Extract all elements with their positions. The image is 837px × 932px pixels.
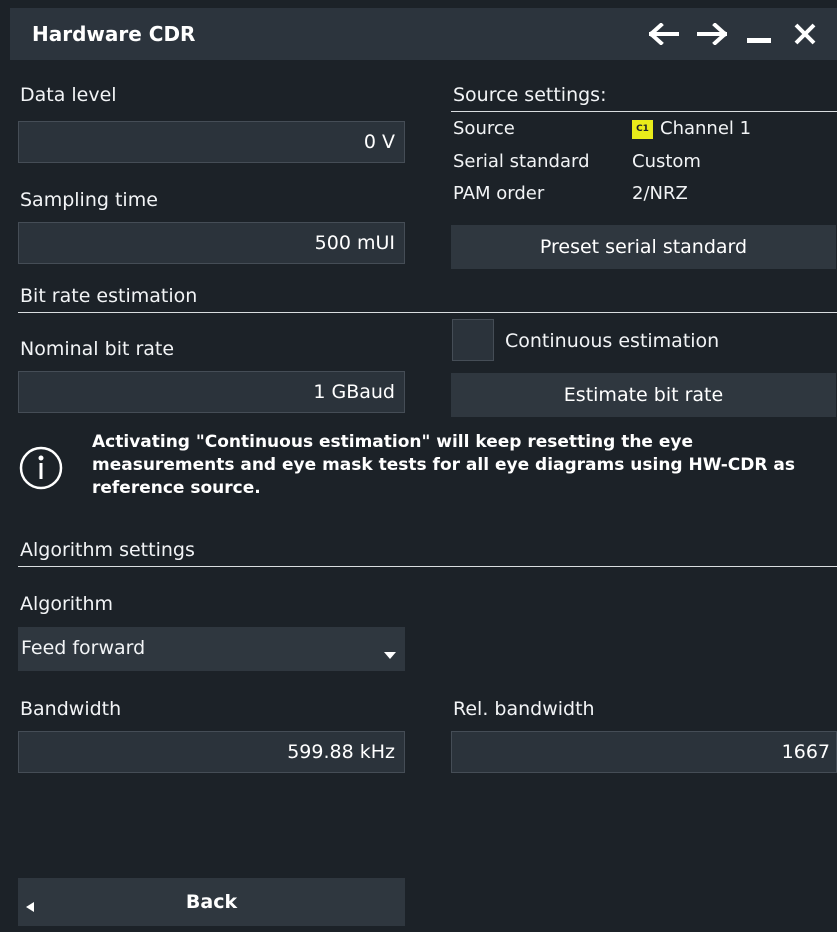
channel-badge-icon: C1 bbox=[632, 119, 653, 139]
preset-serial-standard-button[interactable]: Preset serial standard bbox=[451, 225, 836, 269]
bandwidth-field[interactable]: 599.88 kHz bbox=[18, 731, 405, 773]
back-button[interactable]: Back bbox=[18, 878, 405, 926]
minimize-icon[interactable] bbox=[741, 8, 777, 60]
bandwidth-label: Bandwidth bbox=[20, 698, 122, 720]
source-value-text: Channel 1 bbox=[660, 118, 752, 139]
sampling-time-label: Sampling time bbox=[20, 189, 158, 211]
source-settings-heading: Source settings: bbox=[453, 84, 607, 106]
algorithm-settings-heading: Algorithm settings bbox=[20, 539, 195, 561]
algorithm-divider bbox=[18, 566, 837, 567]
bit-rate-divider bbox=[18, 312, 837, 313]
nominal-bit-rate-label: Nominal bit rate bbox=[20, 338, 175, 360]
pam-order-key: PAM order bbox=[453, 183, 545, 204]
continuous-estimation-checkbox[interactable] bbox=[452, 319, 494, 361]
chevron-down-icon bbox=[384, 645, 396, 664]
data-level-field[interactable]: 0 V bbox=[18, 121, 405, 163]
source-key: Source bbox=[453, 118, 515, 139]
pam-order-value: 2/NRZ bbox=[632, 183, 688, 204]
data-level-label: Data level bbox=[20, 84, 117, 106]
estimate-bit-rate-button[interactable]: Estimate bit rate bbox=[451, 373, 836, 417]
source-settings-divider bbox=[451, 111, 837, 112]
window-title: Hardware CDR bbox=[32, 22, 196, 46]
sampling-time-field[interactable]: 500 mUI bbox=[18, 222, 405, 264]
serial-standard-key: Serial standard bbox=[453, 151, 590, 172]
algorithm-dropdown-value: Feed forward bbox=[21, 637, 146, 659]
nominal-bit-rate-field[interactable]: 1 GBaud bbox=[18, 371, 405, 413]
arrow-left-icon[interactable] bbox=[646, 8, 682, 60]
back-button-label: Back bbox=[185, 891, 238, 913]
arrow-right-icon[interactable] bbox=[694, 8, 730, 60]
algorithm-dropdown[interactable]: Feed forward bbox=[18, 627, 405, 671]
continuous-estimation-label: Continuous estimation bbox=[505, 330, 720, 352]
bit-rate-estimation-heading: Bit rate estimation bbox=[20, 285, 198, 307]
source-value: C1 Channel 1 bbox=[632, 118, 751, 139]
serial-standard-value: Custom bbox=[632, 151, 701, 172]
rel-bandwidth-label: Rel. bandwidth bbox=[453, 698, 595, 720]
continuous-estimation-note: Activating "Continuous estimation" will … bbox=[92, 432, 795, 498]
rel-bandwidth-field[interactable]: 1667 bbox=[451, 731, 837, 773]
info-icon bbox=[18, 445, 64, 491]
algorithm-label: Algorithm bbox=[20, 593, 114, 615]
close-icon[interactable] bbox=[787, 8, 823, 60]
